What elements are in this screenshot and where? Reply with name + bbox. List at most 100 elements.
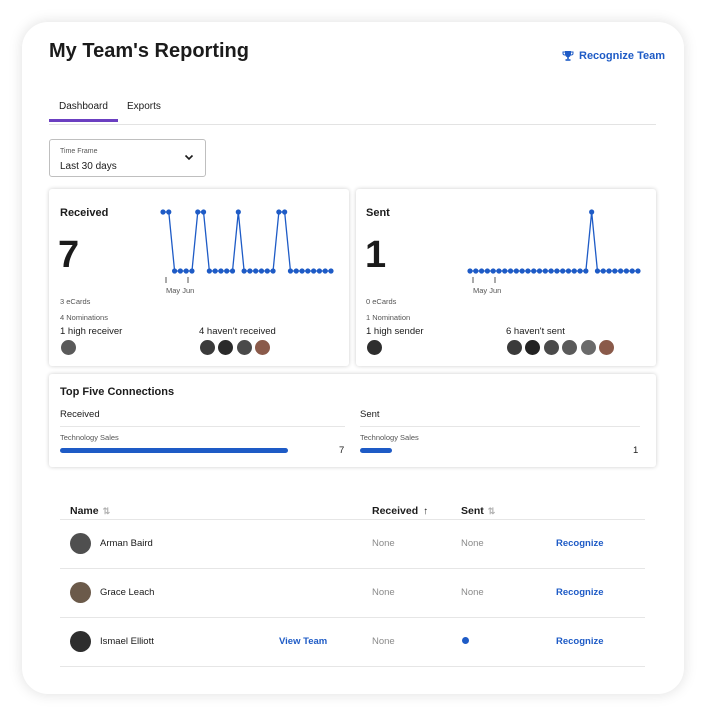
divider <box>60 666 645 667</box>
row-avatar <box>70 631 91 652</box>
data-point <box>583 268 589 274</box>
data-point <box>565 268 572 274</box>
high-receiver-avatars <box>60 339 77 361</box>
data-point <box>548 268 554 274</box>
sent-ecards: 0 eCards <box>366 297 397 306</box>
data-point <box>502 268 508 274</box>
connections-received-label: Received <box>60 409 100 420</box>
havent-sent-avatars <box>506 339 616 361</box>
received-chart: May Jun <box>160 209 334 295</box>
data-point <box>276 209 282 215</box>
data-point <box>293 268 299 274</box>
tab-exports[interactable]: Exports <box>127 101 161 112</box>
data-point <box>612 268 618 274</box>
page-title: My Team's Reporting <box>49 40 249 62</box>
data-point <box>554 268 560 274</box>
data-point <box>467 268 473 274</box>
divider <box>360 426 640 427</box>
havent-sent-label: 6 haven't sent <box>506 326 565 337</box>
tab-dashboard[interactable]: Dashboard <box>49 101 118 122</box>
avatar[interactable] <box>60 339 77 356</box>
recognize-button[interactable]: Recognize <box>556 636 604 647</box>
avatar[interactable] <box>542 339 560 356</box>
divider <box>60 426 345 427</box>
recognize-team-button[interactable]: Recognize Team <box>562 50 665 62</box>
chevron-down-icon <box>184 154 194 161</box>
data-point <box>328 268 334 274</box>
avatar[interactable] <box>235 339 253 356</box>
row-sent: None <box>461 587 484 598</box>
data-point <box>224 268 230 274</box>
sent-indicator-dot <box>462 637 469 644</box>
divider <box>60 617 645 618</box>
avatar[interactable] <box>561 339 579 356</box>
tick-label: May Jun <box>166 286 194 295</box>
view-team-link[interactable]: View Team <box>279 636 327 647</box>
high-sender-avatars <box>366 339 383 361</box>
row-name: Ismael Elliott <box>100 636 154 647</box>
name-header-label: Name <box>70 505 99 517</box>
tick-label: May Jun <box>473 286 501 295</box>
data-point <box>484 268 490 274</box>
data-point <box>264 268 270 274</box>
name-column-header[interactable]: Name ⇅ <box>70 505 110 517</box>
divider <box>60 519 645 520</box>
connections-received-dept: Technology Sales <box>60 433 119 442</box>
data-point <box>473 268 479 274</box>
data-point <box>542 268 548 274</box>
data-point <box>635 268 641 274</box>
sent-header-label: Sent <box>461 505 484 517</box>
data-point <box>305 268 311 274</box>
data-point <box>200 209 207 215</box>
connections-title: Top Five Connections <box>60 386 175 398</box>
data-point <box>270 268 276 274</box>
recognize-button[interactable]: Recognize <box>556 587 604 598</box>
sent-total: 1 <box>365 234 387 276</box>
time-frame-select[interactable]: Time Frame Last 30 days <box>49 139 206 177</box>
sent-card-title: Sent <box>366 207 390 219</box>
data-point <box>519 268 525 274</box>
data-point <box>606 268 612 274</box>
series-line <box>470 211 638 272</box>
data-point <box>311 268 317 274</box>
avatar[interactable] <box>506 339 523 356</box>
data-point <box>589 209 595 215</box>
data-point <box>258 268 265 274</box>
received-bar-track <box>60 448 288 453</box>
trophy-icon <box>562 51 574 61</box>
high-receiver-label: 1 high receiver <box>60 326 123 337</box>
avatar[interactable] <box>524 339 542 356</box>
connections-sent-dept: Technology Sales <box>360 433 419 442</box>
data-point <box>229 268 236 274</box>
sent-column-header[interactable]: Sent ⇅ <box>461 505 495 517</box>
avatar[interactable] <box>366 339 383 356</box>
data-point <box>490 268 496 274</box>
data-point <box>623 268 630 274</box>
sent-bar-fill <box>360 448 392 453</box>
data-point <box>160 209 166 215</box>
avatar[interactable] <box>217 339 235 356</box>
data-point <box>507 268 514 274</box>
data-point <box>287 268 294 274</box>
data-point <box>577 268 583 274</box>
avatar[interactable] <box>579 339 597 356</box>
data-point <box>513 268 519 274</box>
recognize-button[interactable]: Recognize <box>556 538 604 549</box>
avatar[interactable] <box>199 339 216 356</box>
received-ecards: 3 eCards <box>60 297 91 306</box>
row-sent: None <box>461 538 484 549</box>
received-column-header[interactable]: Received ↑ <box>372 505 428 517</box>
sent-bar-track <box>360 448 625 453</box>
tab-bar: Dashboard Exports <box>49 98 656 125</box>
data-point <box>189 268 195 274</box>
data-point <box>253 268 259 274</box>
row-received: None <box>372 587 395 598</box>
data-point <box>282 209 288 215</box>
recognize-team-label: Recognize Team <box>579 50 665 62</box>
data-point <box>247 268 253 274</box>
sent-nominations: 1 Nomination <box>366 313 411 322</box>
data-point <box>618 268 624 274</box>
sort-icon: ⇅ <box>102 505 111 516</box>
row-name: Grace Leach <box>100 587 155 598</box>
series-line <box>163 211 331 272</box>
